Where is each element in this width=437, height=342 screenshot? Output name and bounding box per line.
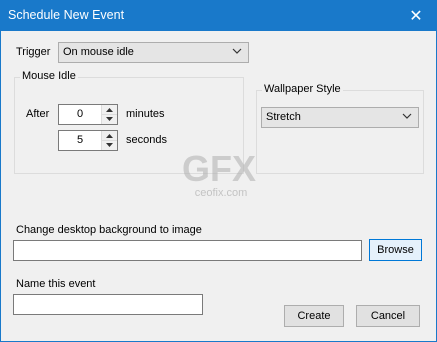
seconds-down-button[interactable] <box>102 140 117 149</box>
minutes-stepper[interactable]: 0 <box>58 104 118 125</box>
cancel-button-label: Cancel <box>370 310 406 322</box>
wallpaper-style-select[interactable]: Stretch <box>261 107 419 128</box>
wallpaper-style-selected-value: Stretch <box>266 111 301 123</box>
schedule-event-dialog: Schedule New Event ✕ Trigger On mouse id… <box>0 0 437 342</box>
seconds-value: 5 <box>76 134 84 146</box>
after-label: After <box>26 108 50 120</box>
minutes-down-button[interactable] <box>102 114 117 123</box>
watermark-logo-text: GFX <box>182 148 256 189</box>
create-button[interactable]: Create <box>284 305 344 327</box>
trigger-selected-value: On mouse idle <box>63 46 134 58</box>
cancel-button[interactable]: Cancel <box>356 305 420 327</box>
mouse-idle-group-label: Mouse Idle <box>20 70 78 82</box>
trigger-label: Trigger <box>16 46 51 58</box>
watermark-site-text: ceofix.com <box>195 187 248 199</box>
close-button[interactable]: ✕ <box>396 1 436 31</box>
chevron-down-icon <box>402 113 412 119</box>
caret-up-icon <box>106 133 113 138</box>
minutes-value: 0 <box>76 108 84 120</box>
trigger-select[interactable]: On mouse idle <box>58 42 249 63</box>
title-bar[interactable]: Schedule New Event ✕ <box>1 1 436 31</box>
close-icon: ✕ <box>409 8 423 25</box>
event-name-input[interactable] <box>13 294 203 315</box>
chevron-down-icon <box>232 48 242 54</box>
create-button-label: Create <box>297 310 331 322</box>
caret-up-icon <box>106 107 113 112</box>
window-title: Schedule New Event <box>8 8 125 22</box>
seconds-stepper[interactable]: 5 <box>58 130 118 151</box>
minutes-label: minutes <box>126 108 165 120</box>
seconds-stepper-buttons <box>101 131 117 150</box>
wallpaper-style-group-label: Wallpaper Style <box>262 83 343 95</box>
gfx-watermark-logo: GFX ceofix.com <box>182 148 256 199</box>
image-path-input[interactable] <box>13 240 362 261</box>
minutes-stepper-buttons <box>101 105 117 124</box>
seconds-label: seconds <box>126 134 167 146</box>
wallpaper-style-group <box>256 90 424 174</box>
event-name-label: Name this event <box>16 278 96 290</box>
caret-down-icon <box>106 142 113 147</box>
browse-button-label: Browse <box>377 244 414 256</box>
caret-down-icon <box>106 116 113 121</box>
browse-button[interactable]: Browse <box>369 239 422 261</box>
image-label: Change desktop background to image <box>16 224 202 236</box>
